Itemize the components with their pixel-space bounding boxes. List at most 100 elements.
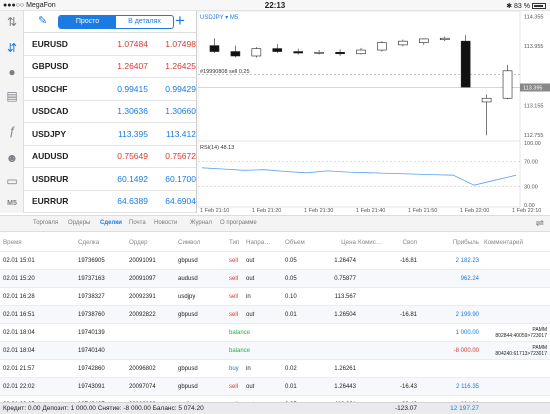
add-symbol-icon[interactable]: + xyxy=(175,11,185,31)
quote-row[interactable]: GBPUSD 1.26407 1.26425 xyxy=(24,56,196,78)
tab-trade[interactable]: Торговля xyxy=(33,216,58,226)
col-commission[interactable]: Комис… xyxy=(358,239,382,246)
cell-price: 1.26504 xyxy=(334,312,356,318)
quote-row[interactable]: USDJPY 113.395 113.412 xyxy=(24,123,196,146)
quote-ask[interactable]: 0.75672 xyxy=(148,151,196,161)
tab-deals[interactable]: Сделки xyxy=(100,216,122,226)
table-row[interactable]: 02.01 18:04 19740140 balance -8 000.00 PAMM … xyxy=(0,342,550,360)
candle-body xyxy=(481,97,492,103)
quote-bid[interactable]: 1.26407 xyxy=(100,61,148,71)
tab-about[interactable]: О программе xyxy=(220,216,257,226)
quote-row[interactable]: USDCHF 0.99415 0.99429 xyxy=(24,78,196,101)
cell-deal: 19736905 xyxy=(78,258,105,264)
edit-icon[interactable]: ✎ xyxy=(38,14,47,27)
cards-icon[interactable]: ▭ xyxy=(5,174,19,188)
quotes-list: EURUSD 1.07484 1.07498 GBPUSD 1.26407 1.26425… xyxy=(24,33,196,213)
cell-volume: 0.01 xyxy=(285,384,297,390)
table-row[interactable]: 02.01 15:01 19736905 20091091 gbpusd sell out… xyxy=(0,252,550,270)
table-row[interactable]: 02.01 22:02 19743091 20097074 gbpusd sell out… xyxy=(0,378,550,396)
cell-deal: 19738760 xyxy=(78,312,105,318)
table-row[interactable]: 02.01 15:20 19737163 20091097 audusd sell out… xyxy=(0,270,550,288)
chart-canvas[interactable]: 114.355113.955113.395113.155112.755113.3… xyxy=(197,10,550,215)
quote-symbol: USDRUR xyxy=(32,173,69,184)
cell-type: sell xyxy=(229,258,239,264)
cell-volume: 0.02 xyxy=(285,366,297,372)
cell-type: sell xyxy=(229,384,239,390)
quote-bid[interactable]: 1.30636 xyxy=(100,106,148,116)
price-chart[interactable]: 114.355113.955113.395113.155112.755113.3… xyxy=(197,10,550,215)
candle-body xyxy=(251,48,262,57)
trade-icon[interactable]: ⇵ xyxy=(5,41,19,55)
layout-toggle-icon[interactable]: ⇌ xyxy=(536,218,544,229)
col-type[interactable]: Тип xyxy=(229,239,239,246)
quote-bid[interactable]: 64.6389 xyxy=(100,196,148,206)
col-direction[interactable]: Напра… xyxy=(246,239,270,246)
col-symbol[interactable]: Символ xyxy=(178,239,200,246)
col-order[interactable]: Ордер xyxy=(129,239,148,246)
col-deal[interactable]: Сделка xyxy=(78,239,99,246)
quote-bid[interactable]: 0.99415 xyxy=(100,84,148,94)
quote-bid[interactable]: 1.07484 xyxy=(100,39,148,49)
table-row[interactable]: 02.01 16:28 19738327 20092391 usdjpy sell in 0… xyxy=(0,288,550,306)
table-row[interactable]: 02.01 18:04 19740139 balance 1 000.00 PAMM 8… xyxy=(0,324,550,342)
quote-row[interactable]: AUDUSD 0.75649 0.75672 xyxy=(24,146,196,168)
cell-deal: 19742860 xyxy=(78,366,105,372)
quote-bid[interactable]: 0.75649 xyxy=(100,151,148,161)
tab-orders[interactable]: Ордеры xyxy=(68,216,90,226)
quote-row[interactable]: EURRUR 64.6389 64.6904 xyxy=(24,191,196,213)
quote-ask[interactable]: 1.07498 xyxy=(148,39,196,49)
document-icon[interactable]: ▤ xyxy=(5,89,19,103)
quote-bid[interactable]: 113.395 xyxy=(100,129,148,139)
tab-detailed[interactable]: В деталях xyxy=(116,16,173,28)
quote-row[interactable]: EURUSD 1.07484 1.07498 xyxy=(24,33,196,56)
quote-row[interactable]: USDCAD 1.30636 1.30660 xyxy=(24,101,196,123)
col-volume[interactable]: Объем xyxy=(285,239,305,246)
quote-ask[interactable]: 1.26425 xyxy=(148,61,196,71)
x-tick-label: 1 Feb 21:10 xyxy=(200,208,229,214)
battery-indicator: ✱ 83 % xyxy=(506,2,546,10)
quote-ask[interactable]: 113.412 xyxy=(148,129,196,139)
x-tick-label: 1 Feb 21:40 xyxy=(356,208,385,214)
col-time[interactable]: Время xyxy=(3,239,22,246)
col-comment[interactable]: Комментарий xyxy=(484,239,523,246)
quote-symbol: AUDUSD xyxy=(32,151,69,162)
candle-body xyxy=(314,51,324,54)
cell-deal: 19743091 xyxy=(78,384,105,390)
y-tick-label: 113.955 xyxy=(524,44,543,50)
cell-symbol: usdjpy xyxy=(178,294,196,300)
plot-area xyxy=(197,10,521,208)
table-row[interactable]: 02.01 16:51 19738760 20092822 gbpusd sell out… xyxy=(0,306,550,324)
rsi-tick-label: 30.00 xyxy=(524,184,538,190)
cell-time: 02.01 21:57 xyxy=(3,366,35,372)
quote-ask[interactable]: 64.6904 xyxy=(148,196,196,206)
m5-label[interactable]: M5 xyxy=(5,197,19,211)
quote-ask[interactable]: 1.30660 xyxy=(148,106,196,116)
quote-row[interactable]: USDRUR 60.1492 60.1700 xyxy=(24,168,196,191)
quote-bid[interactable]: 60.1492 xyxy=(100,174,148,184)
table-row[interactable]: 02.01 21:57 19742860 20096802 gbpusd buy in 0.… xyxy=(0,360,550,378)
tab-mail[interactable]: Почта xyxy=(129,216,146,226)
quotes-icon[interactable]: ⇅ xyxy=(5,15,19,29)
tab-news[interactable]: Новости xyxy=(154,216,177,226)
quote-symbol: USDJPY xyxy=(32,128,67,139)
col-profit[interactable]: Прибыль xyxy=(453,239,479,246)
candle-body xyxy=(377,42,387,51)
cell-comment: PAMM 802844:40059>723017 xyxy=(495,327,547,339)
function-icon[interactable]: ƒ xyxy=(5,124,19,138)
col-swap[interactable]: Своп xyxy=(403,239,417,246)
tab-simple[interactable]: Просто xyxy=(59,16,116,28)
y-tick-label: 113.155 xyxy=(524,103,543,109)
candle-body xyxy=(272,48,283,52)
col-price[interactable]: Цена xyxy=(341,239,356,246)
people-icon[interactable]: ☻ xyxy=(5,151,19,165)
chat-icon[interactable]: ● xyxy=(5,65,19,79)
candle-body xyxy=(209,45,220,52)
cell-volume: 0.01 xyxy=(285,312,297,318)
quote-ask[interactable]: 60.1700 xyxy=(148,174,196,184)
cell-profit: -8 000.00 xyxy=(453,348,479,354)
candle-body xyxy=(398,40,408,46)
cell-profit: 962.24 xyxy=(460,276,479,282)
tab-journal[interactable]: Журнал xyxy=(190,216,212,226)
quote-ask[interactable]: 0.99429 xyxy=(148,84,196,94)
cell-deal: 19740140 xyxy=(78,348,105,354)
